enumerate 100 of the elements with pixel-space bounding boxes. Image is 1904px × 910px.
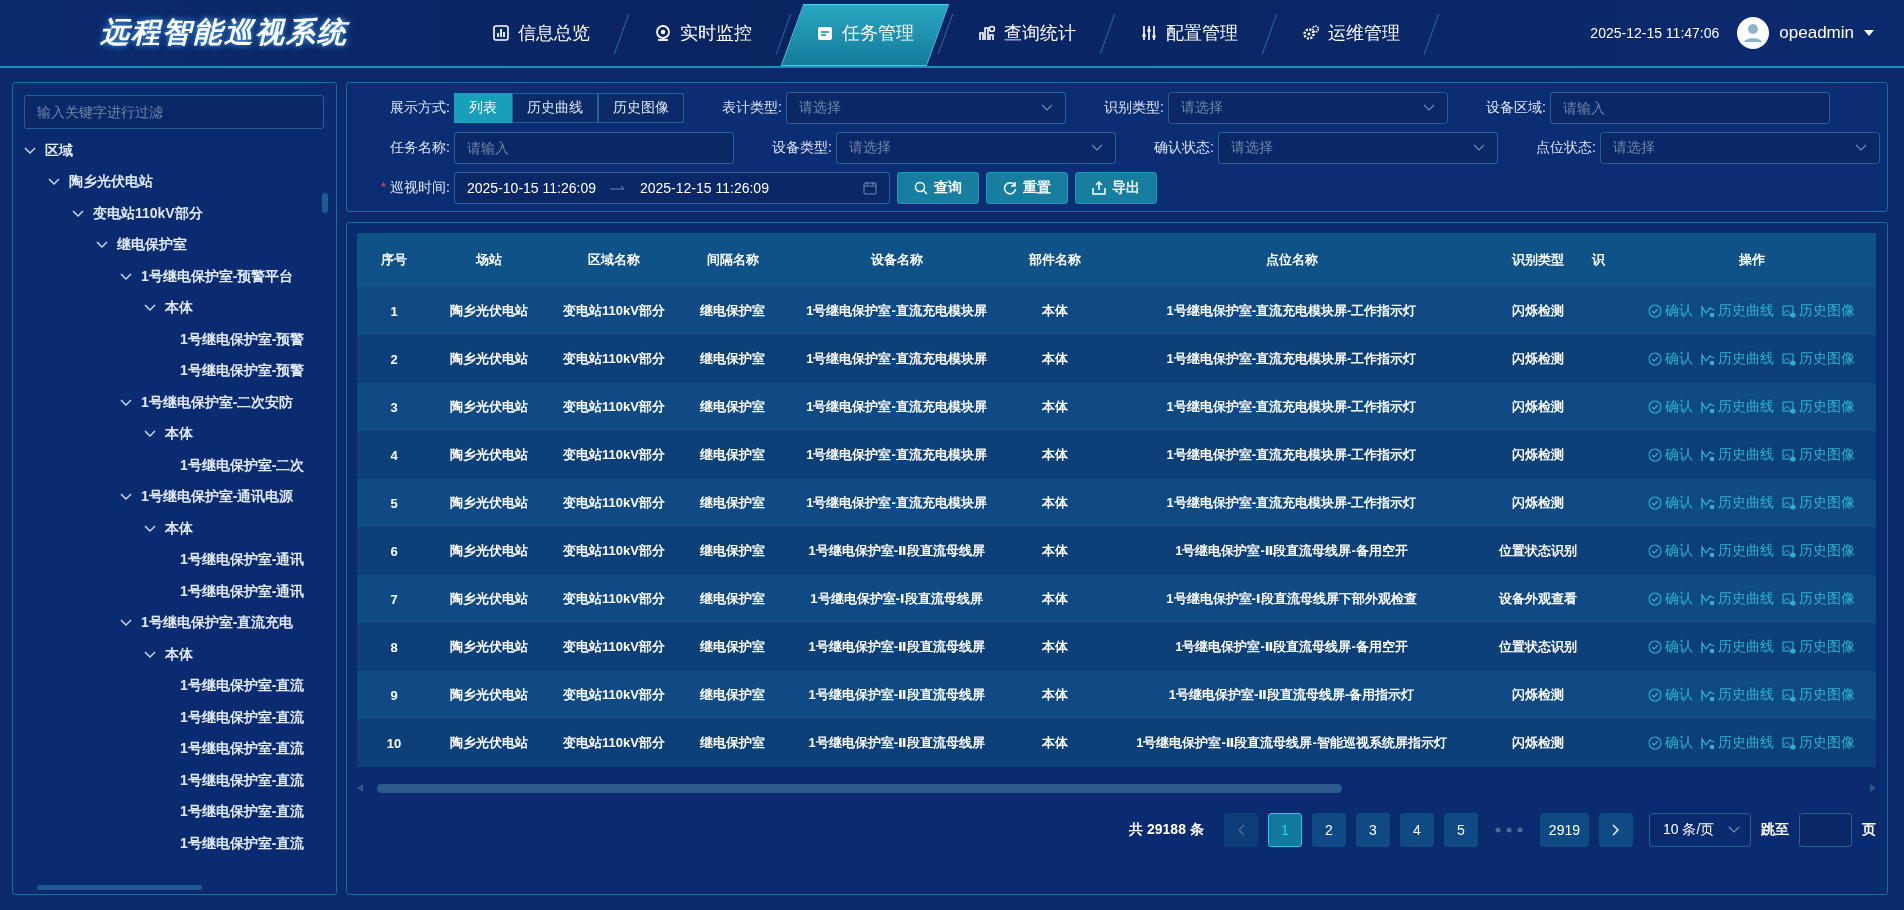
tree-item[interactable]: 1号继电保护室-直流 bbox=[180, 834, 305, 853]
page-input[interactable] bbox=[1799, 813, 1852, 847]
history-image-link[interactable]: 历史图像 bbox=[1782, 350, 1855, 368]
input-field[interactable]: 请输入 bbox=[1550, 92, 1830, 124]
tree-item[interactable]: 本体 bbox=[165, 425, 193, 444]
chevron-down-icon[interactable] bbox=[1855, 144, 1867, 152]
filter-field[interactable]: 输入关键字进行过滤 bbox=[24, 95, 324, 129]
chevron-icon[interactable] bbox=[144, 650, 156, 659]
history-image-link[interactable]: 历史图像 bbox=[1782, 302, 1855, 320]
history-image-link[interactable]: 历史图像 bbox=[1782, 638, 1855, 656]
view-toggle[interactable]: 历史图像 bbox=[598, 93, 684, 123]
history-image-link[interactable]: 历史图像 bbox=[1782, 542, 1855, 560]
tree-item[interactable]: 1号继电保护室-通讯 bbox=[180, 551, 305, 570]
chevron-icon[interactable] bbox=[96, 241, 108, 250]
history-image-link[interactable]: 历史图像 bbox=[1782, 686, 1855, 704]
confirm-link[interactable]: 确认 bbox=[1648, 302, 1693, 320]
history-image-link[interactable]: 历史图像 bbox=[1782, 590, 1855, 608]
chevron-down-icon[interactable] bbox=[1728, 826, 1740, 834]
chevron-down-icon[interactable] bbox=[1423, 104, 1435, 112]
select-field[interactable]: 请选择 bbox=[836, 132, 1116, 164]
page-button[interactable]: 1 bbox=[1267, 813, 1302, 847]
date-range-field[interactable]: 2025-10-15 11:26:09 2025-12-15 11:26:09 bbox=[454, 172, 890, 204]
caret-icon[interactable] bbox=[1864, 30, 1874, 36]
tree-item[interactable]: 1号继电保护室-预警 bbox=[180, 362, 305, 381]
history-curve-link[interactable]: 历史曲线 bbox=[1701, 590, 1774, 608]
chevron-down-icon[interactable] bbox=[1473, 144, 1485, 152]
horizontal-scrollbar[interactable] bbox=[37, 885, 202, 890]
tree-item[interactable]: 1号继电保护室-预警 bbox=[180, 330, 305, 349]
page-button[interactable]: 4 bbox=[1399, 813, 1434, 847]
confirm-link[interactable]: 确认 bbox=[1648, 350, 1693, 368]
chevron-down-icon[interactable] bbox=[1041, 104, 1053, 112]
confirm-link[interactable]: 确认 bbox=[1648, 446, 1693, 464]
history-curve-link[interactable]: 历史曲线 bbox=[1701, 686, 1774, 704]
tree-item[interactable]: 本体 bbox=[165, 299, 193, 318]
tree-item[interactable]: 区域 bbox=[45, 141, 73, 160]
chevron-icon[interactable] bbox=[144, 304, 156, 313]
horizontal-scrollbar[interactable] bbox=[377, 783, 1342, 793]
tree-item[interactable]: 1号继电保护室-直流 bbox=[180, 771, 305, 790]
history-curve-link[interactable]: 历史曲线 bbox=[1701, 542, 1774, 560]
tree-item[interactable]: 变电站110kV部分 bbox=[93, 204, 203, 223]
confirm-link[interactable]: 确认 bbox=[1648, 638, 1693, 656]
history-image-link[interactable]: 历史图像 bbox=[1782, 734, 1855, 752]
chevron-icon[interactable] bbox=[24, 146, 36, 155]
confirm-link[interactable]: 确认 bbox=[1648, 734, 1693, 752]
chevron-icon[interactable] bbox=[120, 272, 132, 281]
chevron-icon[interactable] bbox=[72, 209, 84, 218]
input-field[interactable]: 请输入 bbox=[454, 132, 734, 164]
chevron-icon[interactable] bbox=[120, 493, 132, 502]
tree-item[interactable]: 1号继电保护室-二次安防 bbox=[141, 393, 294, 412]
history-image-link[interactable]: 历史图像 bbox=[1782, 398, 1855, 416]
tree-item[interactable]: 陶乡光伏电站 bbox=[69, 173, 153, 192]
ellipsis-icon[interactable] bbox=[1493, 827, 1524, 833]
select-field[interactable]: 请选择 bbox=[1600, 132, 1880, 164]
tree-item[interactable]: 1号继电保护室-直流 bbox=[180, 803, 305, 822]
select-field[interactable]: 请选择 bbox=[786, 92, 1066, 124]
select-field[interactable]: 请选择 bbox=[1218, 132, 1498, 164]
chevron-icon[interactable] bbox=[120, 619, 132, 628]
confirm-link[interactable]: 确认 bbox=[1648, 494, 1693, 512]
export-button[interactable]: 导出 bbox=[1075, 172, 1157, 204]
chevron-icon[interactable] bbox=[144, 430, 156, 439]
chevron-icon[interactable] bbox=[48, 178, 60, 187]
select-field[interactable]: 请选择 bbox=[1168, 92, 1448, 124]
tree-item[interactable]: 1号继电保护室-直流 bbox=[180, 740, 305, 759]
page-button[interactable]: 2 bbox=[1311, 813, 1346, 847]
history-curve-link[interactable]: 历史曲线 bbox=[1701, 494, 1774, 512]
history-curve-link[interactable]: 历史曲线 bbox=[1701, 446, 1774, 464]
page-button[interactable]: 2919 bbox=[1539, 813, 1589, 847]
history-image-link[interactable]: 历史图像 bbox=[1782, 494, 1855, 512]
page-button[interactable]: 3 bbox=[1355, 813, 1390, 847]
confirm-link[interactable]: 确认 bbox=[1648, 398, 1693, 416]
tree-item[interactable]: 继电保护室 bbox=[117, 236, 187, 255]
calendar-icon[interactable] bbox=[863, 181, 877, 195]
history-curve-link[interactable]: 历史曲线 bbox=[1701, 350, 1774, 368]
confirm-link[interactable]: 确认 bbox=[1648, 686, 1693, 704]
reset-button[interactable]: 重置 bbox=[986, 172, 1068, 204]
next-page-button[interactable] bbox=[1599, 813, 1633, 847]
tree-item[interactable]: 1号继电保护室-直流 bbox=[180, 708, 305, 727]
tree-item[interactable]: 1号继电保护室-二次 bbox=[180, 456, 305, 475]
view-toggle[interactable]: 历史曲线 bbox=[512, 93, 598, 123]
tree-item[interactable]: 本体 bbox=[165, 645, 193, 664]
view-toggle[interactable]: 列表 bbox=[454, 93, 512, 123]
history-curve-link[interactable]: 历史曲线 bbox=[1701, 398, 1774, 416]
avatar-icon[interactable] bbox=[1737, 17, 1770, 49]
history-curve-link[interactable]: 历史曲线 bbox=[1701, 302, 1774, 320]
history-curve-link[interactable]: 历史曲线 bbox=[1701, 638, 1774, 656]
page-size-select[interactable]: 10 条/页 bbox=[1649, 813, 1751, 847]
chevron-icon[interactable] bbox=[144, 524, 156, 533]
tree-item[interactable]: 1号继电保护室-直流 bbox=[180, 677, 305, 696]
tree-item[interactable]: 1号继电保护室-预警平台 bbox=[141, 267, 294, 286]
vertical-scrollbar[interactable] bbox=[322, 193, 328, 213]
confirm-link[interactable]: 确认 bbox=[1648, 542, 1693, 560]
history-image-link[interactable]: 历史图像 bbox=[1782, 446, 1855, 464]
username-text[interactable]: opeadmin bbox=[1779, 23, 1854, 43]
tree-item[interactable]: 1号继电保护室-通讯 bbox=[180, 582, 305, 601]
chevron-down-icon[interactable] bbox=[1091, 144, 1103, 152]
confirm-link[interactable]: 确认 bbox=[1648, 590, 1693, 608]
tree-item[interactable]: 本体 bbox=[165, 519, 193, 538]
chevron-icon[interactable] bbox=[120, 398, 132, 407]
tree-item[interactable]: 1号继电保护室-直流充电 bbox=[141, 614, 294, 633]
history-curve-link[interactable]: 历史曲线 bbox=[1701, 734, 1774, 752]
